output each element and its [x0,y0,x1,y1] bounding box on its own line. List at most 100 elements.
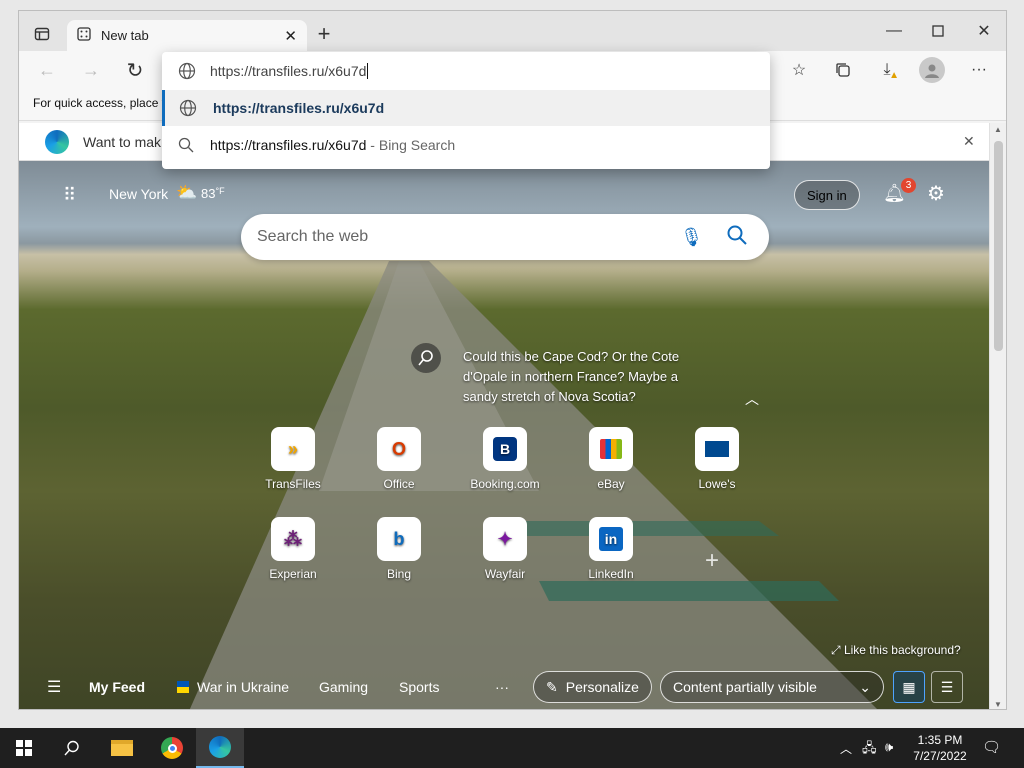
ukraine-flag-icon [177,681,189,693]
edge-taskbar-icon[interactable] [196,728,244,768]
suggestion-url-row[interactable]: https://transfiles.ru/x6u7d [162,90,770,126]
clock-time: 1:35 PM [917,733,963,747]
like-background-link[interactable]: ⤢ Like this background? [831,643,961,658]
background-caption[interactable]: Could this be Cape Cod? Or the Cote d'Op… [463,347,699,407]
tab-gaming[interactable]: Gaming [319,679,368,695]
quick-link-bing[interactable]: b Bing [354,517,444,581]
maximize-icon[interactable] [923,19,953,43]
experian-icon: ⁂ [271,517,315,561]
search-placeholder: Search the web [257,228,369,245]
personalize-button[interactable]: ✎ Personalize [533,671,652,703]
notification-count-badge: 3 [901,178,916,193]
chrome-icon[interactable] [148,728,196,768]
linkedin-icon: in [589,517,633,561]
warning-icon: ▲ [889,70,899,81]
tile-label: LinkedIn [588,567,634,581]
quick-link-booking[interactable]: B Booking.com [460,427,550,491]
tile-label: Experian [269,567,317,581]
personalize-label: Personalize [565,679,639,695]
wayfair-icon: ✦ [483,517,527,561]
sign-in-button[interactable]: Sign in [794,180,860,210]
tile-label: Bing [386,567,412,581]
quick-link-linkedin[interactable]: in LinkedIn [566,517,656,581]
edge-logo-icon [45,130,69,154]
address-input-row[interactable]: https://transfiles.ru/x6u7d [162,52,770,90]
info-bar-close-icon[interactable]: ✕ [963,133,975,150]
windows-start-icon[interactable] [0,728,48,768]
tab-my-feed[interactable]: My Feed [89,679,145,695]
settings-gear-icon[interactable]: ⚙ [927,181,945,206]
hamburger-menu-icon[interactable]: ☰ [47,677,61,697]
file-explorer-icon[interactable] [98,728,146,768]
tab-new-tab[interactable]: New tab ✕ [67,20,307,51]
back-arrow-icon[interactable]: ← [35,59,59,81]
more-menu-icon[interactable]: ··· [967,59,991,81]
search-icon[interactable] [727,225,747,250]
tile-label: eBay [597,477,625,491]
downloads-icon[interactable]: ⤓ ▲ [875,59,899,81]
ebay-icon [589,427,633,471]
tab-war-in-ukraine[interactable]: War in Ukraine [197,679,289,695]
notification-center-icon[interactable]: 🗨︎ [982,738,1001,756]
apps-grid-icon[interactable]: ⠿ [63,185,83,205]
suggestion-url: https://transfiles.ru/x6u7d [213,100,385,116]
scrollbar-thumb[interactable] [994,141,1003,351]
search-icon [178,137,194,156]
tray-chevron-up-icon[interactable]: ︿ [840,740,852,757]
quick-link-office[interactable]: O Office [354,427,444,491]
collapse-chevron-icon[interactable]: ︿ [745,389,759,409]
volume-icon[interactable]: 🕪︎ [885,739,893,755]
address-input[interactable]: https://transfiles.ru/x6u7d [210,63,366,79]
suggestion-search-row[interactable]: https://transfiles.ru/x6u7d - Bing Searc… [162,126,770,164]
tile-label: Lowe's [698,477,736,491]
profile-avatar[interactable] [919,57,945,83]
new-tab-plus-icon[interactable]: + [313,21,335,46]
web-search-box[interactable]: Search the web 🎙︎ [241,214,769,260]
quick-link-lowes[interactable]: Lowe's [672,427,762,491]
tab-title: New tab [101,28,149,43]
page-scrollbar[interactable]: ▲ ▼ [989,123,1006,709]
forward-arrow-icon[interactable]: → [79,59,103,81]
partly-cloudy-icon: ⛅ [176,183,198,202]
quick-link-wayfair[interactable]: ✦ Wayfair [460,517,550,581]
collections-icon[interactable] [831,59,855,81]
suggestion-search-suffix: - Bing Search [366,137,456,153]
image-search-icon[interactable] [411,343,441,373]
network-icon[interactable]: 🖧︎ [862,739,877,761]
quick-link-experian[interactable]: ⁂ Experian [248,517,338,581]
tile-label: Wayfair [484,567,526,581]
search-icon[interactable] [48,728,96,768]
close-tab-icon[interactable]: ✕ [284,27,297,45]
minimize-icon[interactable]: — [879,19,909,43]
add-quick-link-icon[interactable]: + [705,547,719,575]
text-cursor [367,63,369,79]
globe-icon [179,99,197,120]
clock-date: 7/27/2022 [913,749,967,763]
new-tab-page: ⠿ New York ⛅ 83°F Sign in 🔔︎ 3 ⚙ Search … [19,161,989,709]
tab-bar: New tab ✕ + — ✕ [19,11,1006,51]
content-visibility-select[interactable]: Content partially visible ⌄ [660,671,884,703]
refresh-icon[interactable]: ↻ [123,59,147,82]
scroll-up-icon[interactable]: ▲ [994,125,1002,134]
microphone-icon[interactable]: 🎙︎ [680,227,703,248]
chevron-down-icon: ⌄ [859,678,871,695]
list-layout-icon[interactable]: ☰ [931,671,963,703]
pencil-icon: ✎ [546,678,558,695]
close-window-icon[interactable]: ✕ [969,19,999,43]
booking-icon: B [483,427,527,471]
grid-layout-icon[interactable]: ▦ [893,671,925,703]
favorites-star-icon[interactable]: ☆ [787,59,811,81]
address-bar-dropdown: https://transfiles.ru/x6u7d https://tran… [162,52,770,169]
clock[interactable]: 1:35 PM 7/27/2022 [910,732,970,764]
suggestion-search-query: https://transfiles.ru/x6u7d [210,137,367,153]
tab-sports[interactable]: Sports [399,679,439,695]
quick-link-ebay[interactable]: eBay [566,427,656,491]
scroll-down-icon[interactable]: ▼ [994,700,1002,709]
tab-actions-icon[interactable] [31,23,53,45]
weather-location[interactable]: New York [109,186,168,202]
quick-link-transfiles[interactable]: » TransFiles [248,427,338,491]
tile-label: TransFiles [265,477,321,491]
more-topics-icon[interactable]: ··· [495,679,509,695]
new-tab-page-icon [77,27,91,44]
content-visibility-label: Content partially visible [673,679,817,695]
